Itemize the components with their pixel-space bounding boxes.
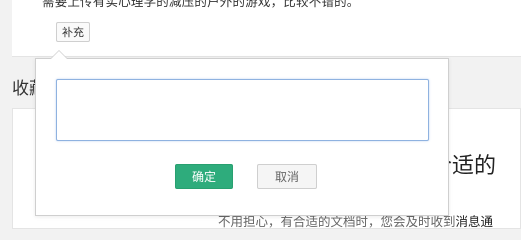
cancel-button[interactable]: 取消 <box>257 164 317 189</box>
supplement-button[interactable]: 补充 <box>56 22 90 42</box>
supplement-input[interactable] <box>56 79 429 141</box>
popover-caret-fill <box>51 51 67 59</box>
notice-prefix: 不用担心，有合适的文档时，您会及时收到 <box>218 214 456 229</box>
supplement-popover: 确定 取消 <box>35 50 449 216</box>
confirm-button[interactable]: 确定 <box>175 164 233 189</box>
message-center-link[interactable]: 消息通 <box>456 214 494 229</box>
question-card: 需要上传有实心理学的减压的户外的游戏，比较不错的。 补充 <box>12 0 521 57</box>
question-description: 需要上传有实心理学的减压的户外的游戏，比较不错的。 <box>42 0 360 9</box>
